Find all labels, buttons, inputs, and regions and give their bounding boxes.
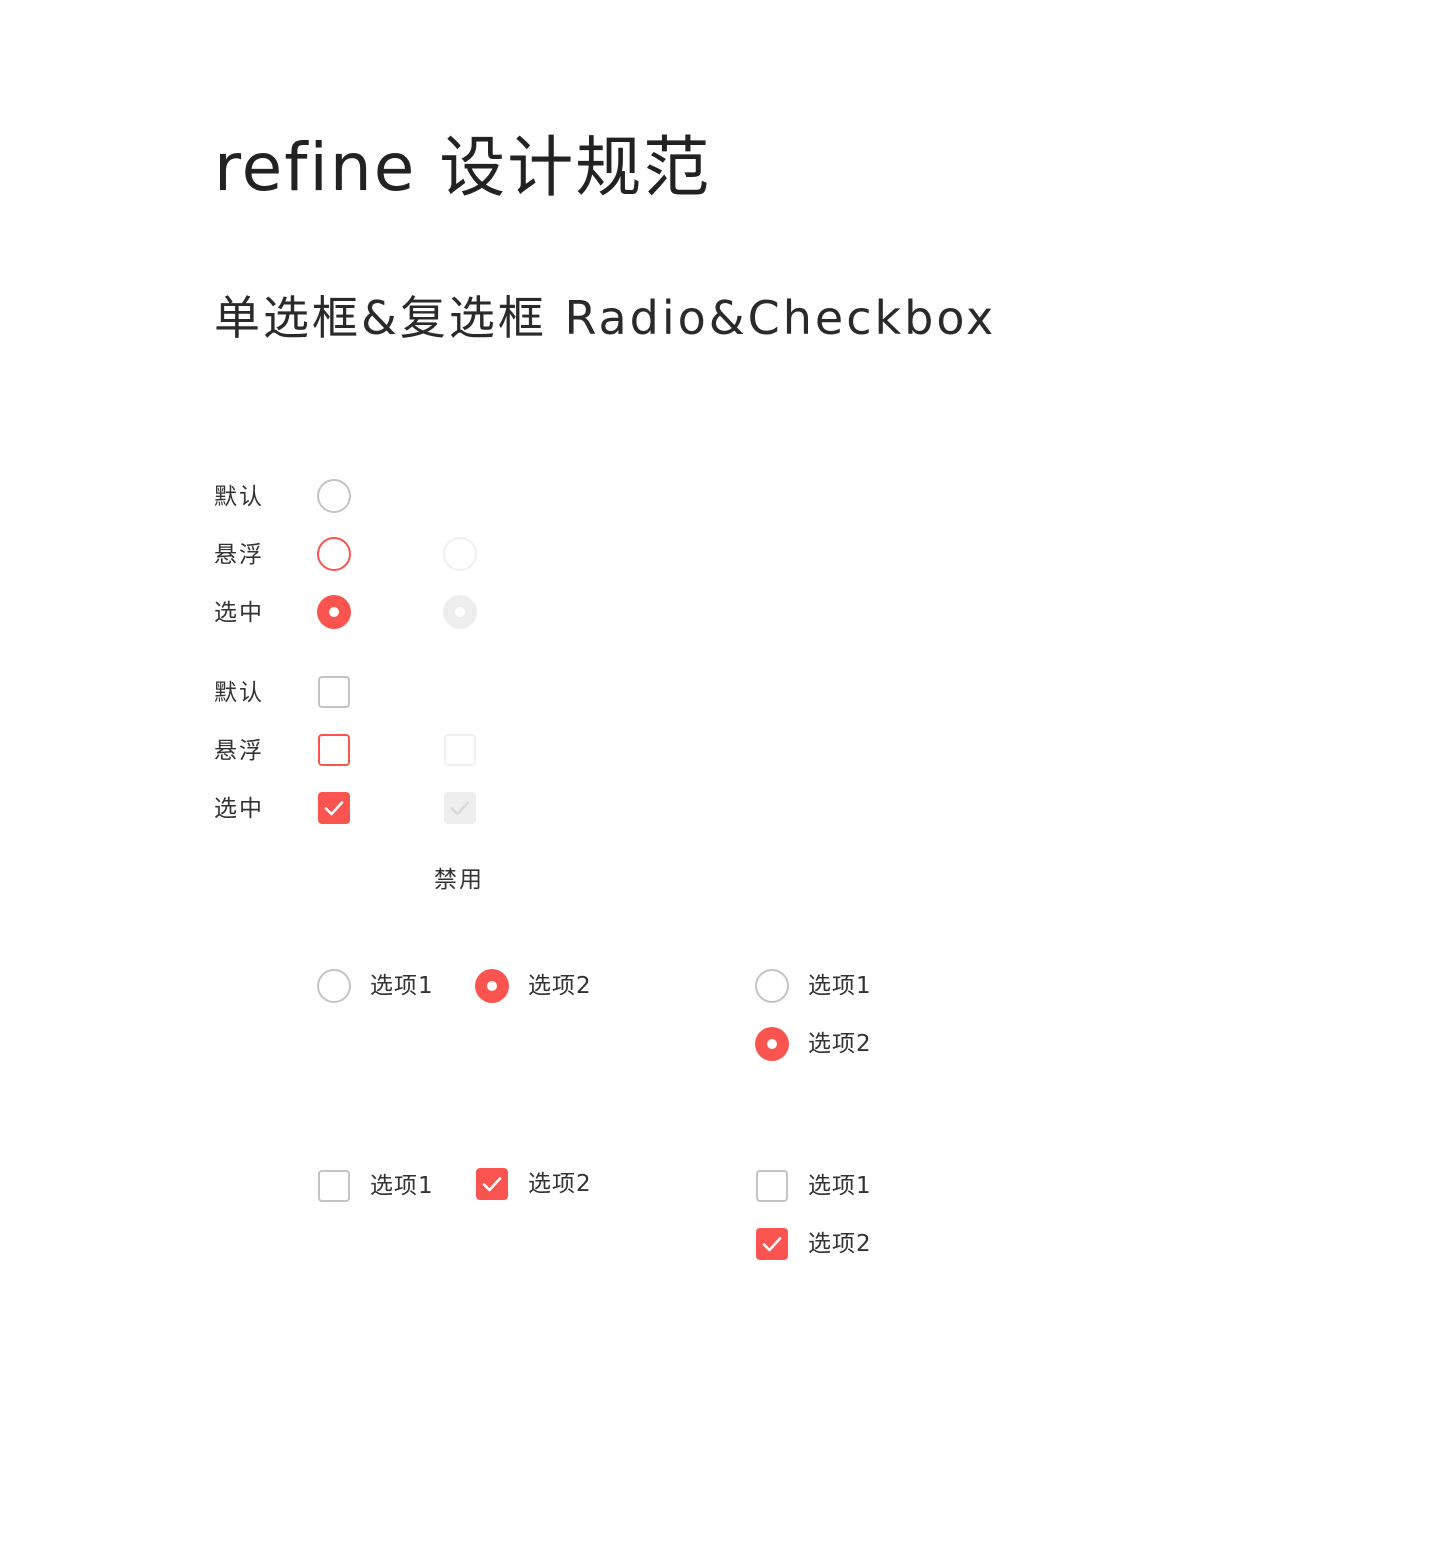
radio-default-label: 默认 [214,484,264,510]
checkbox-disabled-checked [444,792,476,824]
check-icon [762,1237,782,1252]
checkbox-vertical-option-2[interactable] [756,1228,788,1260]
radio-checked-label: 选中 [214,600,264,626]
check-icon [324,801,344,816]
radio-vertical-option-2[interactable] [755,1027,789,1061]
radio-disabled [443,537,477,571]
disabled-column-label: 禁用 [434,867,484,893]
checkbox-disabled [444,734,476,766]
checkbox-option-1[interactable] [318,1170,350,1202]
check-icon [450,801,470,816]
checkbox-hover-label: 悬浮 [214,738,264,764]
radio-checked[interactable] [317,595,351,629]
page-title: refine 设计规范 [214,129,712,206]
checkbox-option-2[interactable] [476,1168,508,1200]
section-title: 单选框&复选框 Radio&Checkbox [214,291,997,345]
radio-default[interactable] [317,479,351,513]
checkbox-option-1-label[interactable]: 选项1 [370,1170,434,1202]
radio-vertical-option-2-label[interactable]: 选项2 [808,1028,872,1060]
radio-hover-label: 悬浮 [214,542,264,568]
radio-hover[interactable] [317,537,351,571]
checkbox-checked-label: 选中 [214,796,264,822]
radio-option-2-label[interactable]: 选项2 [528,970,592,1002]
radio-disabled-checked [443,595,477,629]
checkbox-default-label: 默认 [214,680,264,706]
radio-vertical-option-1-label[interactable]: 选项1 [808,970,872,1002]
radio-vertical-option-1[interactable] [755,969,789,1003]
checkbox-vertical-option-1-label[interactable]: 选项1 [808,1170,872,1202]
check-icon [482,1177,502,1192]
radio-option-2[interactable] [475,969,509,1003]
checkbox-checked[interactable] [318,792,350,824]
checkbox-hover[interactable] [318,734,350,766]
checkbox-default[interactable] [318,676,350,708]
checkbox-vertical-option-1[interactable] [756,1170,788,1202]
radio-option-1[interactable] [317,969,351,1003]
checkbox-vertical-option-2-label[interactable]: 选项2 [808,1228,872,1260]
checkbox-option-2-label[interactable]: 选项2 [528,1168,592,1200]
radio-option-1-label[interactable]: 选项1 [370,970,434,1002]
